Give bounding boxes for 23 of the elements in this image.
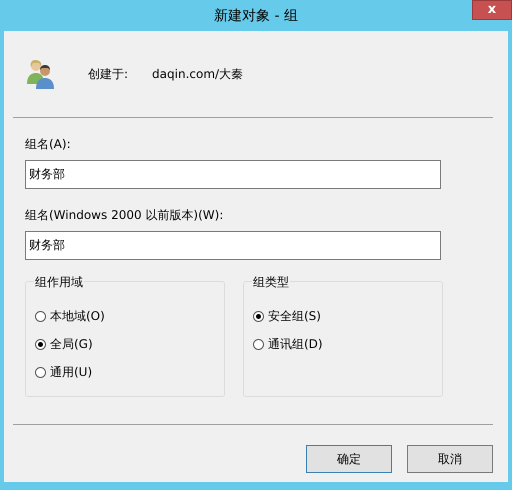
close-button[interactable]: x (472, 0, 512, 20)
radio-icon[interactable] (253, 310, 264, 322)
created-in-label: 创建于: (88, 66, 128, 82)
radio-icon[interactable] (35, 366, 46, 378)
radio-option[interactable]: 通用(U) (35, 364, 224, 380)
window-title: 新建对象 - 组 (214, 6, 298, 24)
field-label: 组名(A): (25, 136, 72, 153)
created-in-value: daqin.com/大秦 (152, 66, 244, 82)
group-name-field[interactable]: 财务部 (25, 160, 441, 189)
radio-option[interactable]: 通讯组(D) (253, 336, 442, 352)
radio-icon[interactable] (35, 310, 46, 322)
field-label: 组名(Windows 2000 以前版本)(W): (25, 207, 224, 224)
users-icon (25, 58, 57, 90)
group-title: 组作用域 (34, 274, 84, 291)
group-title: 组类型 (252, 274, 290, 291)
radio-option[interactable]: 本地域(O) (35, 308, 224, 324)
dialog-button[interactable]: 取消 (407, 445, 493, 473)
radio-option[interactable]: 全局(G) (35, 336, 224, 352)
group-name-field[interactable]: 财务部 (25, 231, 441, 260)
dialog-button[interactable]: 确定 (306, 445, 392, 473)
radio-icon[interactable] (35, 338, 46, 350)
radio-icon[interactable] (253, 338, 264, 350)
radio-option[interactable]: 安全组(S) (253, 308, 442, 324)
